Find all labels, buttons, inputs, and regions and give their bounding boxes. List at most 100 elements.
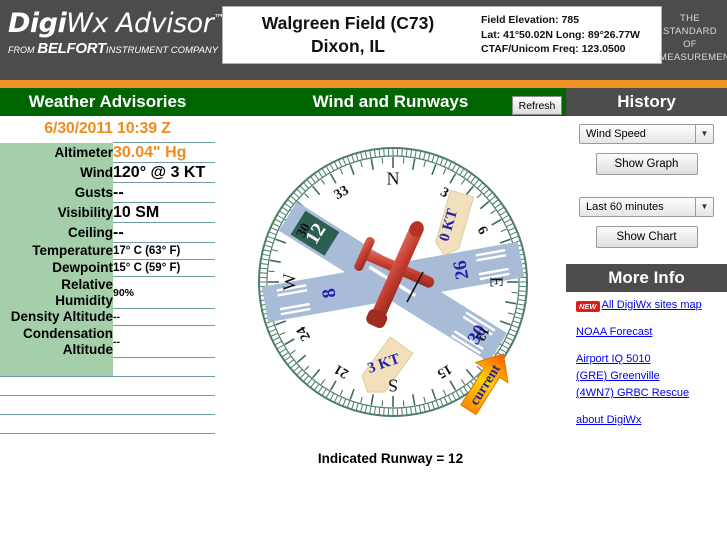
weather-row-label: Dewpoint (0, 259, 113, 277)
show-chart-button[interactable]: Show Chart (595, 226, 698, 248)
weather-row: Relative Humidity 90% (0, 276, 215, 309)
compass-cardinal-w: W (279, 274, 299, 291)
weather-row-value: -- (113, 308, 215, 326)
history-header: History (566, 88, 727, 116)
compass-number-15: 15 (434, 361, 454, 381)
runway-label-26: 26 (449, 259, 473, 281)
weather-row-value: 30.04" Hg (113, 142, 215, 163)
weather-advisories-title: Weather Advisories (28, 92, 187, 111)
weather-row-label: Relative Humidity (0, 276, 113, 309)
history-parameter-select[interactable]: Wind Speed ▼ (579, 124, 714, 144)
link-noaa-forecast[interactable]: NOAA Forecast (576, 325, 727, 340)
weather-row: Visibility 10 SM (0, 202, 215, 223)
wind-runways-panel: 8 26 12 30 0 KT 3 KT current N E S W 3 6… (215, 116, 566, 545)
ctaf-unicom-freq: CTAF/Unicom Freq: 123.0500 (481, 43, 626, 56)
crosswind-indicator: 0 KT (435, 189, 475, 256)
weather-row: Condensation Altitude -- (0, 325, 215, 358)
noaa-link-group: NOAA Forecast (576, 325, 727, 340)
weather-row: Dewpoint 15° C (59° F) (0, 259, 215, 277)
weather-spacer-cell (0, 375, 113, 395)
logo-wx-text: Wx (66, 8, 108, 39)
weather-row-value: -- (113, 182, 215, 203)
weather-spacer-value-cell (113, 432, 215, 452)
weather-panel: 6/30/2011 10:39 Z Altimeter 30.04" Hg Wind… (0, 116, 215, 545)
panel-spacer (566, 175, 727, 189)
link-airport-iq-5010[interactable]: Airport IQ 5010 (576, 352, 727, 367)
wind-runways-title: Wind and Runways (312, 92, 469, 111)
link-all-digiwx-sites-map[interactable]: All DigiWx sites map (602, 298, 702, 313)
new-badge-icon: NEW (576, 301, 600, 312)
weather-row-value: 15° C (59° F) (113, 259, 215, 277)
weather-row-label: Ceiling (0, 222, 113, 243)
link-4wn7-grbc-rescue[interactable]: (4WN7) GRBC Rescue (576, 386, 727, 401)
weather-spacer-value-cell (113, 375, 215, 395)
weather-row-label: Altimeter (0, 142, 113, 163)
weather-spacer-cell (0, 357, 113, 376)
top-banner: DigiWx Advisor™ FROM BELFORTINSTRUMENT C… (0, 0, 727, 80)
logo-from-text: FROM (8, 45, 35, 55)
weather-advisories-header: Weather Advisories (0, 88, 215, 116)
chevron-down-icon-2[interactable]: ▼ (695, 198, 713, 216)
logo-digi-text: Digi (8, 8, 67, 39)
weather-row-value: 17° C (63° F) (113, 242, 215, 260)
compass-number-24: 24 (294, 323, 314, 343)
compass-rose-diagram[interactable]: 8 26 12 30 0 KT 3 KT current N E S W 3 6… (255, 132, 531, 432)
weather-row-label: Visibility (0, 202, 113, 223)
more-info-title: More Info (608, 268, 685, 287)
airport-link-group: Airport IQ 5010 (GRE) Greenville (4WN7) … (576, 352, 727, 401)
weather-row: Ceiling -- (0, 222, 215, 243)
lat-long: Lat: 41°50.02N Long: 89°26.77W (481, 28, 640, 41)
link-gre-greenville[interactable]: (GRE) Greenville (576, 369, 727, 384)
weather-row: Temperature 17° C (63° F) (0, 242, 215, 260)
weather-row-label: Wind (0, 162, 113, 183)
digiwx-advisor-page: DigiWx Advisor™ FROM BELFORTINSTRUMENT C… (0, 0, 727, 545)
logo-belfort-text: BELFORT (37, 40, 106, 57)
compass-cardinal-e: E (487, 277, 507, 288)
weather-spacer-value-cell (113, 394, 215, 414)
sites-map-link-row: NEW All DigiWx sites map (576, 298, 727, 315)
compass-cardinal-s: S (388, 376, 398, 396)
chevron-down-icon[interactable]: ▼ (695, 125, 713, 143)
weather-row-label: Density Altitude (0, 308, 113, 326)
weather-spacer-cell (0, 432, 113, 452)
weather-spacer-row (0, 375, 215, 395)
airport-name-line1: Walgreen Field (C73) (261, 13, 435, 33)
field-elevation: Field Elevation: 785 (481, 14, 580, 27)
weather-row-value: 90% (113, 276, 215, 309)
more-info-links: NEW All DigiWx sites map NOAA Forecast A… (566, 292, 727, 428)
weather-spacer-row (0, 394, 215, 414)
weather-row-label: Gusts (0, 182, 113, 203)
weather-row-label: Temperature (0, 242, 113, 260)
compass-number-21: 21 (332, 361, 352, 381)
airport-metadata: Field Elevation: 785 Lat: 41°50.02N Long… (473, 13, 661, 57)
logo-advisor-text: Advisor (116, 8, 214, 39)
more-info-header: More Info (566, 264, 727, 292)
logo-wordmark: DigiWx Advisor™ (8, 2, 224, 41)
history-title: History (617, 92, 676, 111)
weather-spacer-cell (0, 413, 113, 433)
compass-svg: 8 26 12 30 0 KT 3 KT current NESW3612152… (258, 147, 528, 417)
compass-cardinal-n: N (387, 168, 400, 188)
compass-number-33: 33 (332, 183, 352, 203)
weather-row-label: Condensation Altitude (0, 325, 113, 358)
weather-row: Wind 120° @ 3 KT (0, 162, 215, 183)
show-graph-button[interactable]: Show Graph (595, 153, 698, 175)
observation-timestamp: 6/30/2011 10:39 Z (0, 116, 215, 142)
history-parameter-value: Wind Speed (586, 128, 646, 140)
weather-spacer-value-cell (113, 357, 215, 376)
link-about-digiwx[interactable]: about DigiWx (576, 413, 727, 428)
weather-spacer-row (0, 357, 215, 376)
weather-spacer-value-cell (113, 413, 215, 433)
history-panel: Wind Speed ▼ Show Graph Last 60 minutes … (566, 116, 727, 545)
belfort-tagline: THE STANDARD OF MEASUREMENT (659, 13, 727, 63)
refresh-button[interactable]: Refresh (512, 96, 562, 115)
history-range-select[interactable]: Last 60 minutes ▼ (579, 197, 714, 217)
weather-row: Gusts -- (0, 182, 215, 203)
logo-instrument-company-text: INSTRUMENT COMPANY (105, 45, 219, 56)
headwind-indicator: 3 KT (361, 336, 414, 393)
weather-row-value: 120° @ 3 KT (113, 162, 215, 183)
history-range-value: Last 60 minutes (586, 201, 664, 213)
weather-spacer-row (0, 432, 215, 452)
digiwx-logo[interactable]: DigiWx Advisor™ FROM BELFORTINSTRUMENT C… (8, 2, 224, 64)
weather-table: Altimeter 30.04" Hg Wind 120° @ 3 KT Gusts --… (0, 142, 215, 452)
